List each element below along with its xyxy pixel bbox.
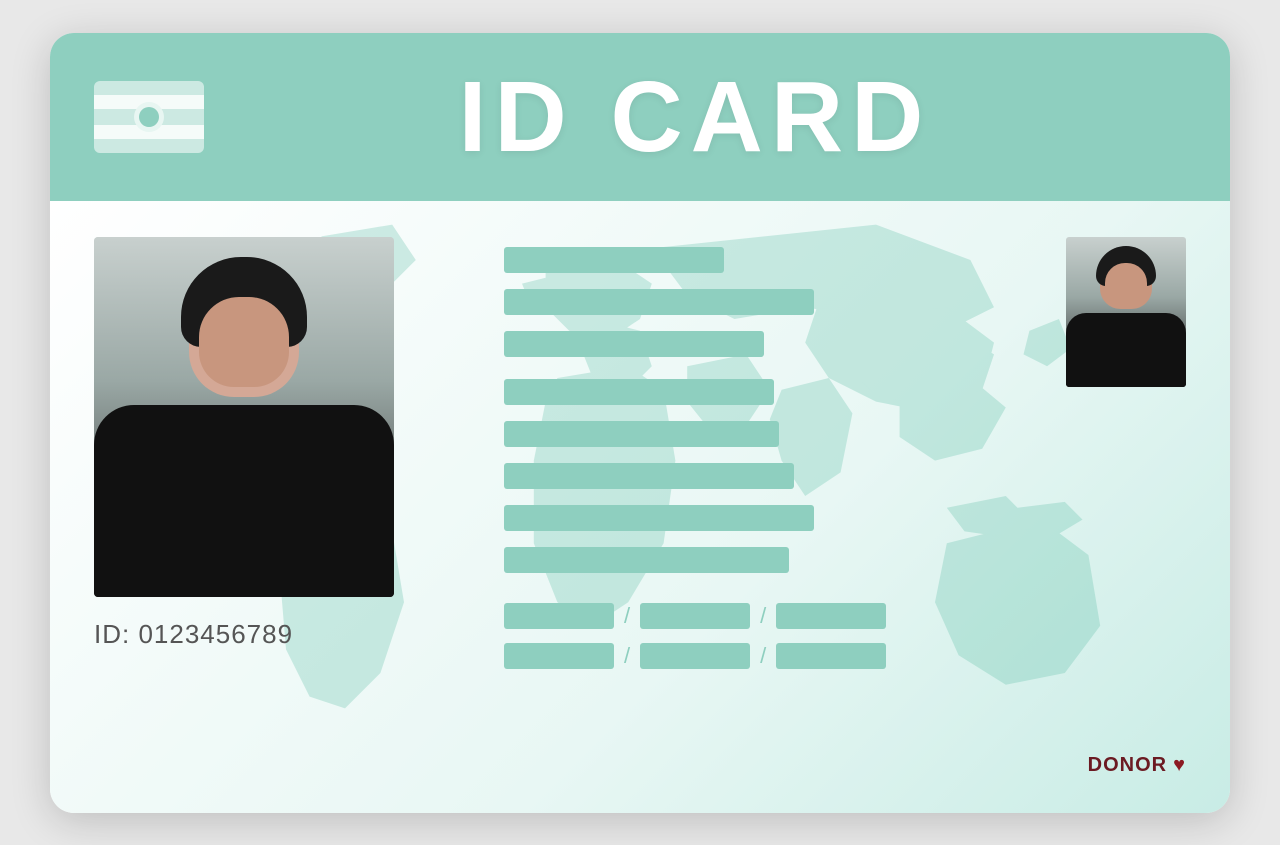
date-cell-2b <box>640 643 750 669</box>
card-title: ID CARD <box>204 67 1186 167</box>
date-sep-4: / <box>750 643 776 669</box>
card-id-number: ID: 0123456789 <box>94 619 293 650</box>
info-bar-6 <box>504 463 794 489</box>
date-sep-2: / <box>750 603 776 629</box>
small-photo-inner <box>1066 237 1186 387</box>
main-photo <box>94 237 394 597</box>
info-bar-1 <box>504 247 724 273</box>
info-bar-4 <box>504 379 774 405</box>
date-cell-1c <box>776 603 886 629</box>
date-row-1: / / <box>504 603 1056 629</box>
id-card: ID CARD <box>50 33 1230 813</box>
card-body: ID: 0123456789 / / / <box>50 201 1230 813</box>
small-photo <box>1066 237 1186 387</box>
info-bar-8 <box>504 547 789 573</box>
card-header: ID CARD <box>50 33 1230 201</box>
donor-label: DONOR <box>1088 754 1167 777</box>
card-logo <box>94 81 204 153</box>
date-cell-2a <box>504 643 614 669</box>
small-body <box>1066 313 1186 387</box>
photo-head <box>189 267 299 397</box>
photo-body <box>94 405 394 597</box>
small-face <box>1105 263 1147 304</box>
right-column: DONOR ♥ <box>1056 237 1186 777</box>
date-cell-2c <box>776 643 886 669</box>
date-cell-1a <box>504 603 614 629</box>
heart-icon: ♥ <box>1173 754 1186 777</box>
logo-circle <box>134 102 164 132</box>
info-bar-2 <box>504 289 814 315</box>
small-head <box>1100 251 1152 309</box>
date-cell-1b <box>640 603 750 629</box>
donor-badge: DONOR ♥ <box>1088 754 1186 777</box>
date-row-2: / / <box>504 643 1056 669</box>
photo-person <box>94 237 394 597</box>
info-bar-5 <box>504 421 779 447</box>
info-bar-3 <box>504 331 764 357</box>
photo-face <box>199 297 289 387</box>
center-column: / / / / <box>454 237 1056 777</box>
left-column: ID: 0123456789 <box>94 237 454 777</box>
date-sep-3: / <box>614 643 640 669</box>
date-sep-1: / <box>614 603 640 629</box>
info-bar-7 <box>504 505 814 531</box>
